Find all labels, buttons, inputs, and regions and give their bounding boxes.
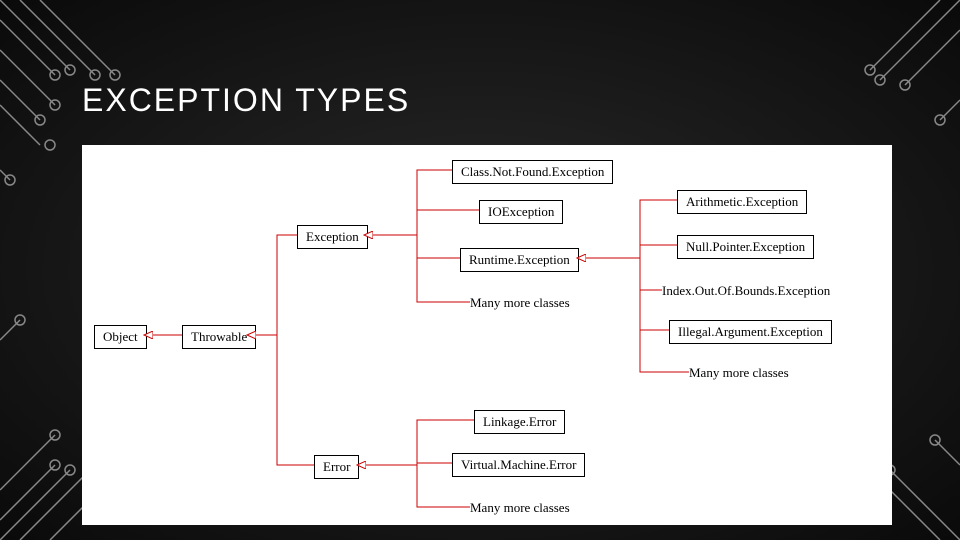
label-manymore-error: Many more classes: [470, 500, 570, 516]
node-classnotfound: Class.Not.Found.Exception: [452, 160, 613, 184]
page-title: EXCEPTION TYPES: [82, 82, 410, 119]
node-nullpointer: Null.Pointer.Exception: [677, 235, 814, 259]
node-ioexception: IOException: [479, 200, 563, 224]
diagram-panel: Object Throwable Exception Error Class.N…: [82, 145, 892, 525]
node-exception: Exception: [297, 225, 368, 249]
label-manymore-runtime: Many more classes: [689, 365, 789, 381]
label-manymore-exception: Many more classes: [470, 295, 570, 311]
node-error: Error: [314, 455, 359, 479]
node-arithmetic: Arithmetic.Exception: [677, 190, 807, 214]
label-indexoob: Index.Out.Of.Bounds.Exception: [662, 283, 830, 299]
node-runtime: Runtime.Exception: [460, 248, 579, 272]
node-linkage: Linkage.Error: [474, 410, 565, 434]
node-illegalarg: Illegal.Argument.Exception: [669, 320, 832, 344]
node-object: Object: [94, 325, 147, 349]
node-vmerror: Virtual.Machine.Error: [452, 453, 585, 477]
node-throwable: Throwable: [182, 325, 256, 349]
